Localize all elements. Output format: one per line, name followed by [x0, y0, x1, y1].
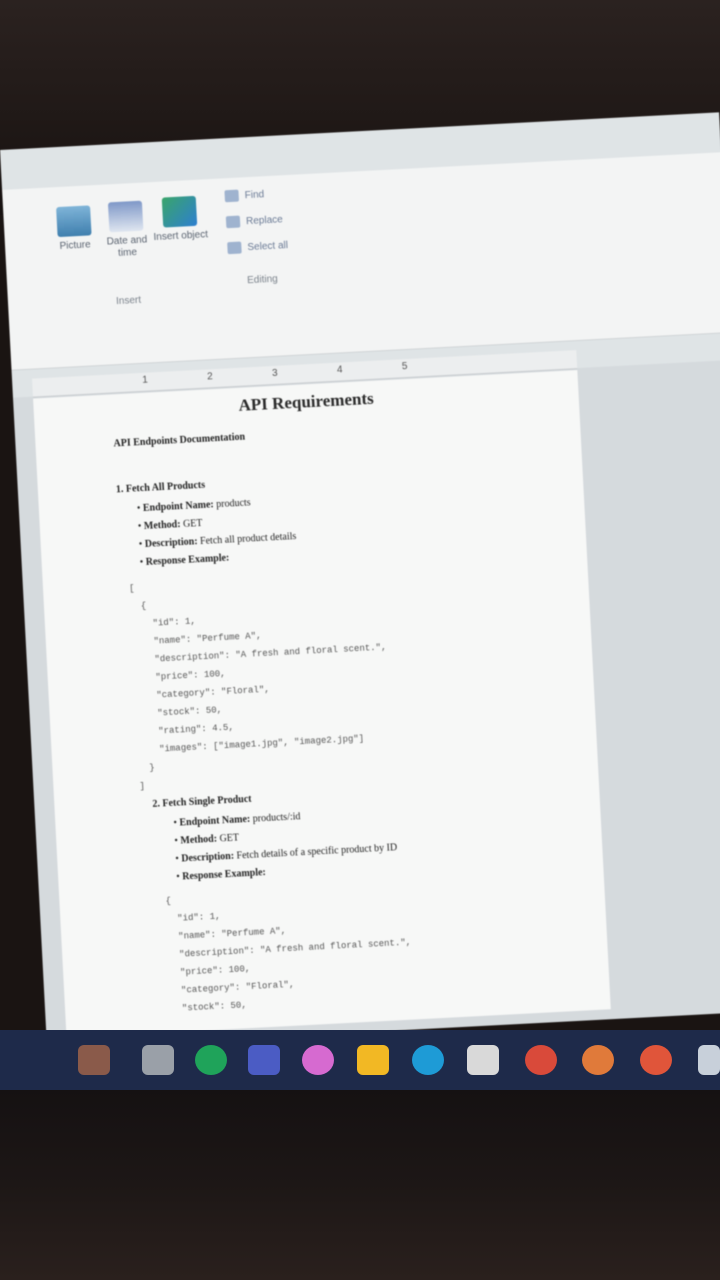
code-line: "stock": 50,	[135, 705, 223, 720]
select-all-icon	[227, 241, 242, 255]
code-line: "description": "A fresh and floral scent…	[168, 937, 412, 961]
bullet-label: Method:	[143, 519, 181, 532]
bullet-label: Description:	[144, 536, 198, 550]
code-line: {	[165, 896, 172, 907]
bullet-item: • Response Example:	[139, 552, 230, 569]
document-page[interactable]: API Requirements API Endpoints Documenta…	[33, 370, 611, 1038]
insert-group-label: Insert	[115, 294, 142, 308]
picture-label: Picture	[59, 239, 91, 253]
code-line: "category": "Floral",	[169, 979, 295, 997]
bullet-value: GET	[182, 517, 203, 530]
insert-object-button[interactable]: Insert object	[149, 195, 211, 244]
bullet-item: • Description: Fetch details of a specif…	[175, 842, 398, 865]
code-line: "description": "A fresh and floral scent…	[132, 642, 387, 666]
screen: Picture Date and time Insert object Inse…	[0, 112, 720, 1049]
select-all-button[interactable]: Select all	[227, 239, 289, 255]
picture-icon	[56, 205, 92, 238]
find-label: Find	[244, 188, 265, 201]
bullet-item: • Endpoint Name: products	[136, 497, 251, 515]
copilot-icon[interactable]	[302, 1045, 334, 1075]
editing-group-label: Editing	[246, 273, 279, 287]
code-line: "id": 1,	[130, 616, 197, 630]
app-icon[interactable]	[640, 1045, 672, 1075]
insert-object-label: Insert object	[153, 229, 209, 244]
ruler-tick: 4	[336, 364, 343, 376]
code-line: {	[129, 600, 147, 612]
chrome-profile-icon[interactable]	[582, 1045, 614, 1075]
bullet-item: • Method: GET	[174, 832, 240, 847]
replace-button[interactable]: Replace	[225, 213, 284, 229]
code-line: "price": 100,	[133, 668, 226, 684]
code-line: "stock": 50,	[170, 1000, 247, 1015]
code-line: "price": 100,	[169, 964, 251, 979]
teams-icon[interactable]	[248, 1045, 280, 1075]
bullet-item: • Method: GET	[137, 517, 203, 533]
bullet-value: Fetch all product details	[199, 531, 297, 548]
calendar-icon	[107, 200, 144, 233]
bullet-label: Endpoint Name:	[179, 813, 251, 829]
overflow-icon[interactable]	[698, 1045, 720, 1075]
code-line: "name": "Perfume A",	[131, 630, 262, 648]
document-subtitle: API Endpoints Documentation	[113, 431, 246, 450]
code-line: "category": "Floral",	[134, 684, 270, 702]
bullet-value: products/:id	[252, 811, 301, 825]
grammarly-icon[interactable]	[195, 1045, 227, 1075]
bullet-item: • Endpoint Name: products/:id	[173, 811, 301, 829]
replace-icon	[225, 215, 241, 229]
bullet-item: • Description: Fetch all product details	[138, 531, 297, 551]
monitor-bezel-bottom	[0, 1090, 720, 1280]
code-line: "rating": 4.5,	[136, 722, 235, 738]
ribbon: Picture Date and time Insert object Inse…	[2, 151, 720, 371]
bullet-label: Description:	[181, 850, 235, 865]
select-all-label: Select all	[247, 239, 289, 253]
code-line: [	[128, 583, 135, 594]
code-line: "name": "Perfume A",	[167, 926, 287, 943]
code-line: }	[138, 762, 156, 774]
bullet-label: Response Example:	[182, 867, 267, 883]
section-heading: 2. Fetch Single Product	[152, 793, 252, 810]
find-button[interactable]: Find	[224, 188, 265, 203]
chrome-icon[interactable]	[525, 1045, 557, 1075]
code-line: "images": ["image1.jpg", "image2.jpg"]	[137, 733, 365, 756]
bullet-item: • Response Example:	[176, 867, 267, 883]
section-heading: 1. Fetch All Products	[115, 479, 206, 496]
find-icon	[224, 189, 240, 203]
ruler-tick: 3	[271, 367, 278, 380]
bullet-label: Endpoint Name:	[142, 499, 215, 515]
code-line: ]	[139, 781, 146, 792]
bullet-value: products	[215, 497, 251, 511]
ruler-tick: 2	[206, 371, 214, 383]
bullet-label: Method:	[180, 833, 218, 847]
file-explorer-icon[interactable]	[357, 1045, 389, 1075]
code-line: "id": 1,	[166, 911, 221, 925]
ruler-tick: 1	[141, 374, 149, 386]
date-and-time-label: Date and time	[106, 234, 148, 259]
ruler-tick: 5	[401, 360, 408, 373]
photo-thumbnail-icon[interactable]	[78, 1045, 110, 1075]
insert-object-icon	[161, 195, 198, 228]
edge-icon[interactable]	[412, 1045, 444, 1075]
bullet-value: Fetch details of a specific product by I…	[236, 842, 398, 862]
file-icon[interactable]	[142, 1045, 174, 1075]
bullet-label: Response Example:	[145, 552, 230, 568]
notepad-icon[interactable]	[467, 1045, 499, 1075]
bullet-value: GET	[219, 832, 240, 845]
replace-label: Replace	[245, 213, 284, 227]
